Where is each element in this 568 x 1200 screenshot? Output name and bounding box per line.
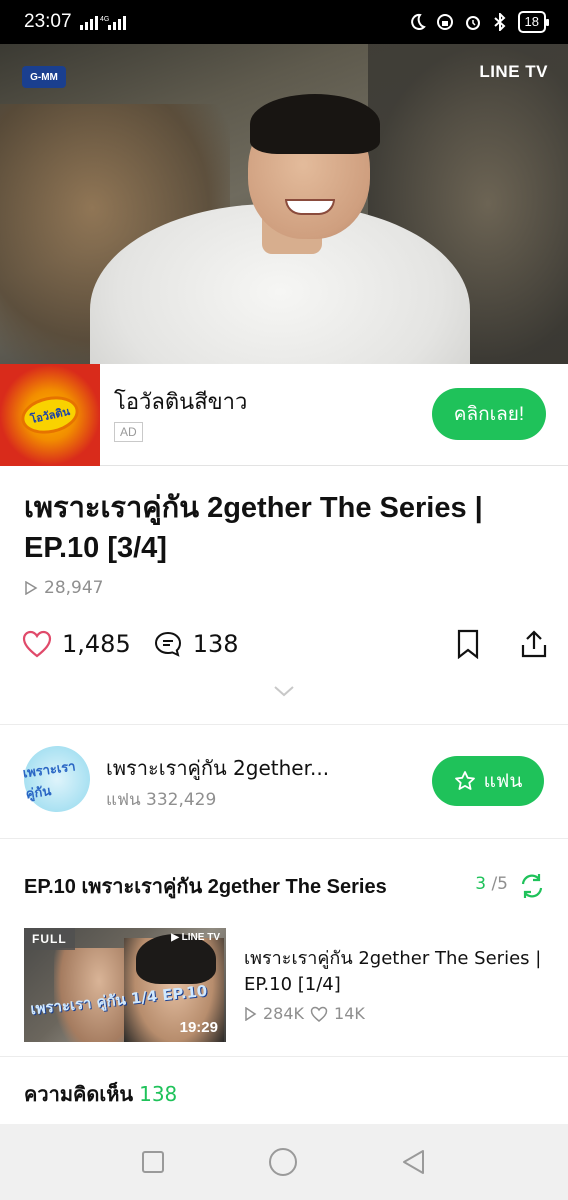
action-bar: 1,485 138 [22, 622, 548, 666]
full-badge: FULL [24, 928, 75, 950]
episode-counter: 3 /5 [475, 874, 508, 894]
signal-icon: 4G [79, 16, 126, 30]
video-player[interactable]: G-MM LINE TV [0, 44, 568, 364]
follow-button[interactable]: แฟน [432, 756, 544, 806]
status-bar: 23:07 4G 18 [0, 0, 568, 44]
video-person-hair [250, 94, 380, 154]
play-icon [25, 581, 38, 595]
ad-title: โอวัลตินสีขาว [114, 390, 248, 415]
moon-icon [410, 13, 426, 30]
episode-thumbnail[interactable]: FULL ▶ LINE TV เพราะเรา คู่กัน 1/4 EP.10… [24, 928, 226, 1042]
comment-count: 138 [192, 630, 239, 658]
bookmark-icon[interactable] [456, 629, 480, 659]
divider [0, 1056, 568, 1057]
channel-name[interactable]: เพราะเราคู่กัน 2gether... [106, 752, 329, 784]
ad-banner[interactable]: โอวัลติน โอวัลตินสีขาว AD คลิกเลย! [0, 364, 568, 466]
episode-list-heading: EP.10 เพราะเราคู่กัน 2gether The Series [24, 876, 387, 898]
refresh-icon[interactable] [518, 872, 546, 900]
episode-views: 284K [263, 1004, 305, 1023]
lock-rotation-icon [436, 14, 453, 30]
action-bar-right [456, 629, 548, 659]
play-icon [245, 1006, 257, 1021]
like-count: 1,485 [62, 630, 131, 658]
episode-duration: 19:29 [179, 1019, 218, 1036]
ad-thumbnail: โอวัลติน [0, 364, 100, 466]
comments-heading[interactable]: ความคิดเห็น 138 [24, 1078, 177, 1110]
heart-icon [22, 630, 52, 658]
alarm-icon [465, 16, 480, 30]
back-icon[interactable] [400, 1148, 428, 1176]
battery-indicator: 18 [517, 11, 550, 33]
status-left: 23:07 4G [24, 11, 126, 33]
divider [0, 838, 568, 839]
thumb-linetv-logo: ▶ LINE TV [171, 932, 220, 943]
channel-avatar[interactable]: เพราะเรา คู่กัน [19, 741, 95, 817]
episode-total: /5 [491, 874, 508, 894]
gmm-logo: G-MM [22, 66, 66, 88]
system-nav-bar [0, 1124, 568, 1200]
comment-button[interactable]: 138 [153, 630, 239, 658]
view-count-value: 28,947 [44, 578, 104, 598]
home-icon[interactable] [267, 1146, 299, 1178]
like-button[interactable]: 1,485 [22, 630, 131, 658]
episode-current: 3 [475, 874, 487, 894]
chevron-down-icon[interactable] [272, 684, 296, 698]
comments-count: 138 [139, 1082, 178, 1106]
star-icon [454, 771, 475, 790]
follow-button-label: แฟน [483, 771, 523, 792]
comment-icon [154, 631, 181, 657]
ovaltine-logo: โอวัลติน [17, 391, 83, 439]
episode-likes: 14K [334, 1004, 365, 1023]
status-right: 18 [408, 11, 550, 33]
episode-title[interactable]: เพราะเราคู่กัน 2gether The Series | EP.1… [244, 946, 544, 998]
linetv-logo: LINE TV [479, 62, 548, 81]
status-time: 23:07 [24, 11, 72, 32]
ad-badge: AD [114, 422, 143, 442]
bluetooth-icon [493, 13, 505, 31]
channel-fan-count: แฟน 332,429 [106, 790, 217, 810]
heart-icon [310, 1006, 328, 1022]
share-icon[interactable] [520, 629, 548, 659]
view-count: 28,947 [24, 578, 103, 598]
divider [0, 724, 568, 725]
comments-label: ความคิดเห็น [24, 1082, 134, 1106]
svg-text:4G: 4G [100, 16, 109, 23]
video-title: เพราะเราคู่กัน 2gether The Series | EP.1… [24, 492, 483, 564]
episode-meta: 284K 14K [244, 1004, 365, 1023]
recents-icon[interactable] [140, 1149, 166, 1175]
ad-click-button[interactable]: คลิกเลย! [432, 388, 546, 440]
